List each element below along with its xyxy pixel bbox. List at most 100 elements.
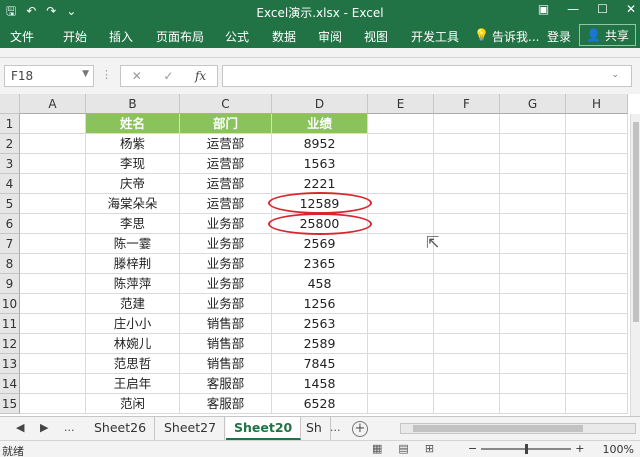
cell[interactable] [434,314,500,334]
cell[interactable] [20,254,86,274]
data-cell[interactable]: 销售部 [180,354,272,374]
cell[interactable] [434,354,500,374]
splitter-icon[interactable]: ⋮ [101,68,112,81]
tab-formulas[interactable]: 公式 [225,28,249,45]
insert-function-icon[interactable]: fx [195,69,206,83]
column-header[interactable]: F [434,94,500,114]
cell[interactable] [434,134,500,154]
tab-page-layout[interactable]: 页面布局 [156,28,204,45]
page-layout-view-icon[interactable]: ▤ [398,442,408,455]
cell[interactable] [434,274,500,294]
add-sheet-button[interactable]: + [352,421,368,437]
cell[interactable] [500,174,566,194]
zoom-slider[interactable] [481,443,572,454]
row-header[interactable]: 4 [0,174,20,194]
prev-sheet-icon[interactable]: ◀ [16,421,24,434]
cell[interactable] [566,274,628,294]
header-cell[interactable]: 部门 [180,114,272,134]
chevron-down-icon[interactable]: ▼ [82,69,89,79]
header-cell[interactable]: 姓名 [86,114,180,134]
cell[interactable] [500,374,566,394]
cell[interactable] [368,314,434,334]
data-cell[interactable]: 陈萍萍 [86,274,180,294]
data-cell[interactable]: 销售部 [180,334,272,354]
ribbon-display-icon[interactable]: ▣ [538,2,549,16]
cell[interactable] [500,294,566,314]
column-header[interactable]: E [368,94,434,114]
data-cell[interactable]: 8952 [272,134,368,154]
cell[interactable] [566,354,628,374]
row-header[interactable]: 6 [0,214,20,234]
cell[interactable] [20,294,86,314]
cell[interactable] [20,214,86,234]
data-cell[interactable]: 王启年 [86,374,180,394]
data-cell[interactable]: 庄小小 [86,314,180,334]
zoom-slider-thumb[interactable] [525,443,529,454]
data-cell[interactable]: 业务部 [180,294,272,314]
cancel-icon[interactable]: ✕ [132,69,142,83]
cell[interactable] [500,334,566,354]
data-cell[interactable]: 杨紫 [86,134,180,154]
cell[interactable] [566,134,628,154]
tab-view[interactable]: 视图 [364,28,388,45]
row-header[interactable]: 10 [0,294,20,314]
cell[interactable] [20,334,86,354]
data-cell[interactable]: 运营部 [180,194,272,214]
row-header[interactable]: 15 [0,394,20,414]
cell[interactable] [368,294,434,314]
cell[interactable] [20,274,86,294]
cell[interactable] [500,194,566,214]
data-cell[interactable]: 1256 [272,294,368,314]
row-header[interactable]: 14 [0,374,20,394]
confirm-icon[interactable]: ✓ [163,69,173,83]
row-header[interactable]: 11 [0,314,20,334]
data-cell[interactable]: 李思 [86,214,180,234]
cell[interactable] [566,234,628,254]
data-cell[interactable]: 林婉儿 [86,334,180,354]
row-header[interactable]: 5 [0,194,20,214]
cell[interactable] [566,254,628,274]
cell[interactable] [434,214,500,234]
cell[interactable] [500,254,566,274]
cell[interactable] [20,194,86,214]
data-cell[interactable]: 6528 [272,394,368,414]
header-cell[interactable]: 业绩 [272,114,368,134]
row-header[interactable]: 2 [0,134,20,154]
cell[interactable] [500,394,566,414]
cell[interactable] [434,194,500,214]
more-sheets-right[interactable]: ... [330,421,341,434]
cell[interactable] [368,374,434,394]
scroll-thumb[interactable] [633,122,639,322]
cell[interactable] [434,234,500,254]
zoom-level[interactable]: 100% [603,443,634,456]
cell[interactable] [20,314,86,334]
cell[interactable] [368,254,434,274]
cell[interactable] [20,174,86,194]
column-header[interactable]: D [272,94,368,114]
tab-sheet-truncated[interactable]: Sh [298,417,331,440]
cell[interactable] [434,254,500,274]
cell[interactable] [20,394,86,414]
cell[interactable] [500,154,566,174]
cell[interactable] [20,354,86,374]
tab-insert[interactable]: 插入 [109,28,133,45]
cell[interactable] [434,394,500,414]
more-sheets-left[interactable]: ... [64,421,75,434]
formula-input[interactable]: ⌄ [222,65,632,87]
tab-file[interactable]: 文件 [10,28,34,45]
cell[interactable] [566,374,628,394]
data-cell[interactable]: 业务部 [180,274,272,294]
column-header[interactable]: H [566,94,628,114]
data-cell[interactable]: 业务部 [180,234,272,254]
data-cell[interactable]: 范建 [86,294,180,314]
horizontal-scrollbar[interactable] [400,423,636,434]
cell[interactable] [368,214,434,234]
row-header[interactable]: 13 [0,354,20,374]
cell[interactable] [368,194,434,214]
cell[interactable] [566,314,628,334]
data-cell[interactable]: 客服部 [180,374,272,394]
tab-sheet26[interactable]: Sheet26 [86,417,156,440]
cell[interactable] [368,174,434,194]
vertical-scrollbar[interactable] [630,114,640,416]
data-cell[interactable]: 1563 [272,154,368,174]
